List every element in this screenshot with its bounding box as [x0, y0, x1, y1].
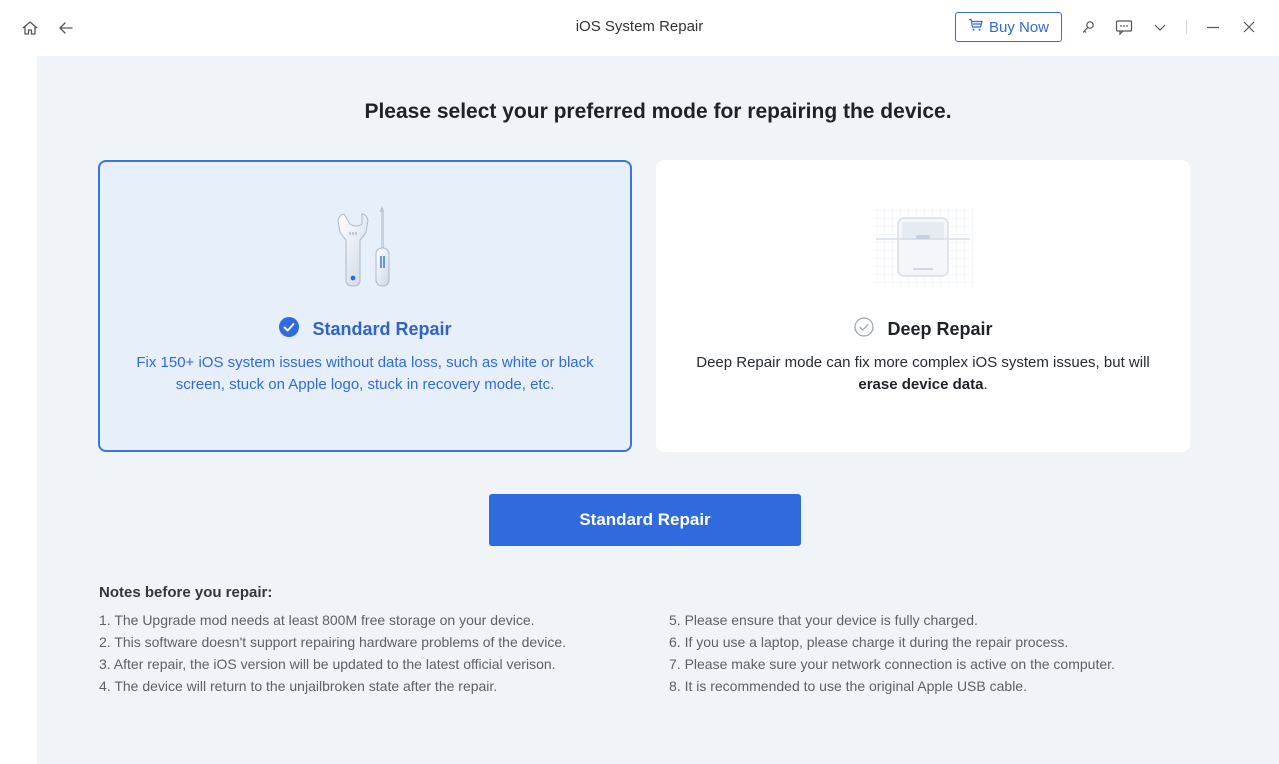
check-circle-outline-icon [853, 316, 875, 343]
repair-notes: Notes before you repair: 1. The Upgrade … [99, 584, 1269, 697]
note-item: 6. If you use a laptop, please charge it… [669, 634, 1069, 650]
deep-repair-description-text: Deep Repair mode can fix more complex iO… [696, 354, 1150, 371]
notes-right-column: 5. Please ensure that your device is ful… [669, 609, 1269, 697]
deep-repair-description-end: . [983, 376, 988, 393]
standard-repair-button[interactable]: Standard Repair [489, 494, 801, 546]
note-item: 3. After repair, the iOS version will be… [99, 656, 556, 672]
feedback-icon[interactable] [1114, 17, 1134, 37]
buy-now-button[interactable]: Buy Now [954, 12, 1062, 42]
note-item: 5. Please ensure that your device is ful… [669, 612, 978, 628]
deep-repair-title: Deep Repair [887, 319, 993, 339]
repair-tools-illustration [100, 202, 630, 292]
window-controls: Buy Now [954, 12, 1259, 42]
back-arrow-icon[interactable] [56, 18, 76, 38]
key-icon[interactable] [1078, 17, 1098, 37]
notes-title: Notes before you repair: [99, 584, 273, 601]
note-item: 7. Please make sure your network connect… [669, 656, 1115, 672]
device-illustration [658, 202, 1188, 292]
note-item: 8. It is recommended to use the original… [669, 678, 1027, 694]
home-icon[interactable] [20, 18, 40, 38]
minimize-icon[interactable] [1203, 17, 1223, 37]
deep-repair-warning: erase device data [858, 376, 984, 393]
buy-now-label: Buy Now [988, 18, 1049, 36]
standard-repair-description: Fix 150+ iOS system issues without data … [136, 354, 594, 393]
note-item: 4. The device will return to the unjailb… [99, 678, 498, 694]
chevron-down-icon[interactable] [1150, 17, 1170, 37]
standard-repair-title-row: Standard Repair [100, 316, 630, 343]
cart-icon [968, 18, 983, 36]
deep-repair-description: Deep Repair mode can fix more complex iO… [688, 352, 1158, 396]
title-bar: iOS System Repair Buy Now [0, 0, 1279, 56]
deep-repair-card[interactable]: Deep Repair Deep Repair mode can fix mor… [656, 160, 1190, 452]
main-panel: Please select your preferred mode for re… [37, 56, 1279, 764]
check-circle-icon [278, 316, 300, 343]
page-title: Please select your preferred mode for re… [364, 100, 952, 123]
close-icon[interactable] [1239, 17, 1259, 37]
toolbar-divider [1186, 20, 1187, 34]
nav-controls [20, 18, 76, 38]
standard-repair-title: Standard Repair [312, 319, 452, 339]
deep-repair-title-row: Deep Repair [658, 316, 1188, 343]
note-item: 2. This software doesn't support repairi… [99, 634, 566, 650]
standard-repair-card[interactable]: Standard Repair Fix 150+ iOS system issu… [98, 160, 632, 452]
notes-left-column: 1. The Upgrade mod needs at least 800M f… [99, 609, 659, 697]
note-item: 1. The Upgrade mod needs at least 800M f… [99, 612, 535, 628]
